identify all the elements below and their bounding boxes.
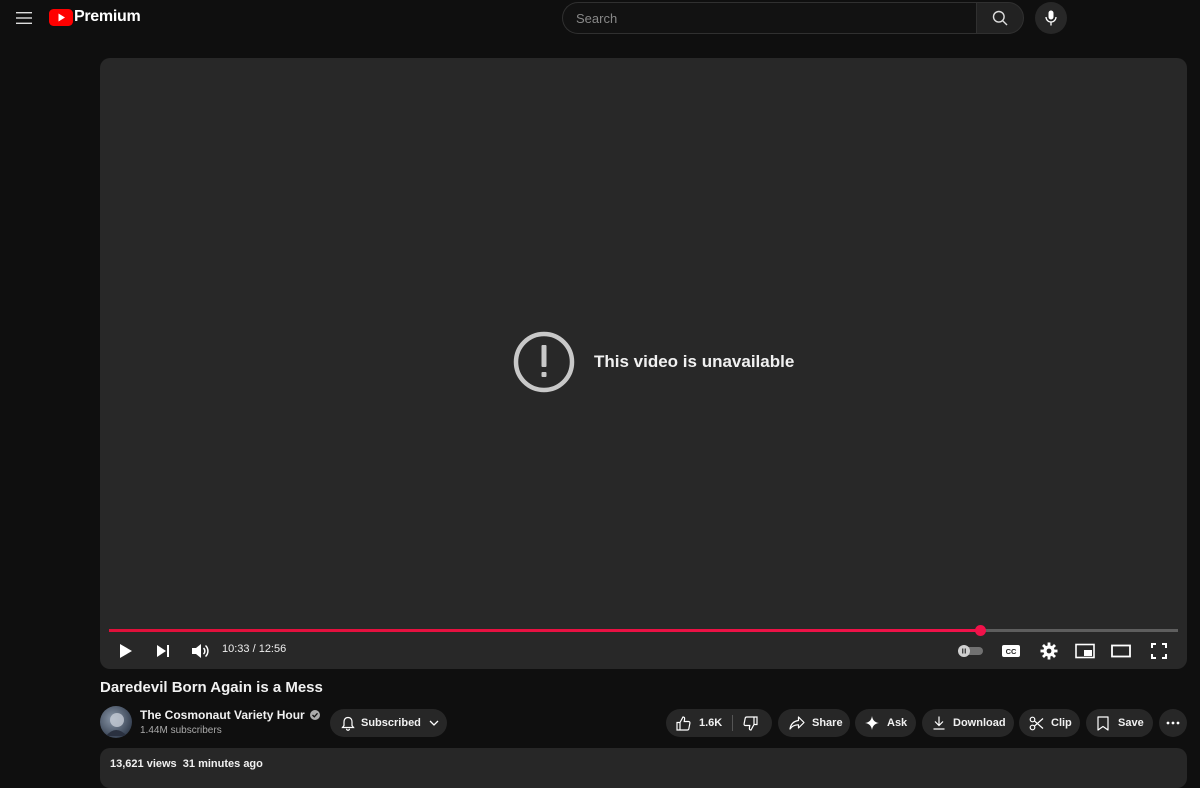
thumbs-down-icon	[743, 715, 758, 731]
microphone-icon	[1045, 10, 1057, 26]
closed-captions-icon: CC	[1002, 645, 1020, 657]
more-horizontal-icon	[1166, 721, 1180, 725]
fullscreen-icon	[1151, 643, 1167, 659]
thumbs-up-icon	[676, 715, 691, 731]
verified-badge-icon	[309, 710, 320, 720]
search-icon	[992, 10, 1008, 26]
more-actions-button[interactable]	[1159, 709, 1187, 737]
progress-played	[109, 629, 980, 632]
youtube-logo[interactable]: Premium	[49, 8, 141, 26]
dislike-button[interactable]	[733, 709, 758, 737]
bell-icon	[341, 716, 355, 731]
play-button[interactable]	[116, 639, 136, 663]
like-dislike-group: 1.6K	[666, 709, 772, 737]
settings-button[interactable]	[1038, 639, 1060, 663]
posted-time: 31 minutes ago	[182, 758, 263, 770]
autoplay-toggle[interactable]	[957, 639, 985, 663]
subscribed-label: Subscribed	[361, 717, 421, 729]
miniplayer-button[interactable]	[1074, 639, 1096, 663]
voice-search-button[interactable]	[1035, 2, 1067, 34]
mute-button[interactable]	[189, 639, 211, 663]
menu-icon[interactable]	[12, 6, 36, 30]
subtitles-button[interactable]: CC	[1000, 639, 1022, 663]
download-button[interactable]: Download	[922, 709, 1014, 737]
bookmark-icon	[1097, 715, 1109, 731]
top-bar: Premium	[0, 0, 1200, 40]
subscriber-count: 1.44M subscribers	[140, 725, 222, 736]
share-button[interactable]: Share	[778, 709, 850, 737]
gear-icon	[1040, 642, 1058, 660]
save-label: Save	[1118, 717, 1144, 729]
view-count: 13,621 views	[110, 758, 177, 770]
search-input[interactable]	[562, 2, 976, 34]
fullscreen-button[interactable]	[1148, 639, 1170, 663]
unavailable-text: This video is unavailable	[594, 352, 795, 371]
clip-button[interactable]: Clip	[1019, 709, 1080, 737]
clip-label: Clip	[1051, 717, 1072, 729]
channel-name-label: The Cosmonaut Variety Hour	[140, 708, 305, 722]
share-label: Share	[812, 717, 843, 729]
sparkle-icon	[865, 716, 879, 730]
play-icon	[120, 644, 132, 658]
theater-mode-button[interactable]	[1110, 639, 1132, 663]
description-box[interactable]: 13,621 views 31 minutes ago	[100, 748, 1187, 788]
ask-button[interactable]: Ask	[855, 709, 916, 737]
share-icon	[789, 716, 805, 730]
youtube-play-logo-icon	[49, 8, 73, 26]
miniplayer-icon	[1075, 643, 1095, 659]
download-icon	[933, 716, 945, 730]
download-label: Download	[953, 717, 1006, 729]
video-player[interactable]: This video is unavailable 10:33 / 12:56 …	[100, 58, 1187, 669]
like-count: 1.6K	[699, 717, 723, 729]
view-info: 13,621 views 31 minutes ago	[110, 758, 263, 770]
svg-text:CC: CC	[1006, 647, 1017, 656]
channel-name[interactable]: The Cosmonaut Variety Hour	[140, 708, 320, 722]
logo-text: Premium	[74, 8, 141, 25]
autoplay-toggle-icon	[958, 645, 983, 657]
unavailable-message: This video is unavailable	[513, 331, 794, 393]
exclamation-circle-icon	[513, 331, 575, 393]
channel-avatar[interactable]	[100, 706, 132, 738]
video-title: Daredevil Born Again is a Mess	[100, 679, 323, 696]
like-button[interactable]: 1.6K	[666, 709, 722, 737]
skip-next-icon	[157, 645, 169, 657]
time-display: 10:33 / 12:56	[222, 643, 287, 655]
search-bar	[562, 2, 1024, 34]
search-button[interactable]	[976, 2, 1024, 34]
theater-mode-icon	[1111, 644, 1131, 658]
chevron-down-icon	[429, 720, 439, 726]
progress-bar[interactable]	[109, 625, 1178, 636]
volume-icon	[192, 644, 209, 658]
progress-scrubber[interactable]	[975, 625, 986, 636]
save-button[interactable]: Save	[1086, 709, 1153, 737]
subscribed-button[interactable]: Subscribed	[330, 709, 447, 737]
scissors-icon	[1029, 716, 1044, 730]
ask-label: Ask	[887, 717, 908, 729]
next-button[interactable]	[153, 639, 173, 663]
